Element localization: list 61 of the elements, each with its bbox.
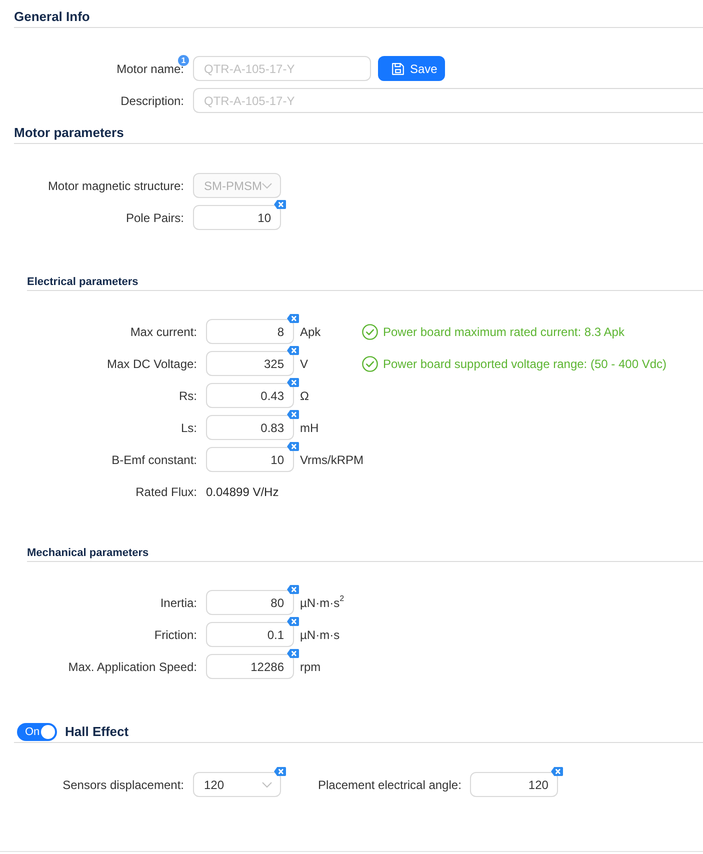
field-value: 0.04899 V/Hz — [206, 484, 279, 498]
section-title: Motor parameters — [14, 124, 124, 142]
field-label: Ls: — [180, 420, 197, 434]
select-field[interactable]: 120 — [193, 772, 281, 797]
count-badge: 1 — [178, 55, 189, 66]
field-label: Rated Flux: — [136, 484, 197, 498]
field-label: Friction: — [154, 628, 197, 642]
field-label: B-Emf constant: — [112, 452, 197, 466]
field-label: Max current: — [130, 324, 197, 338]
field-label: Max. Application Speed: — [68, 660, 197, 674]
number-field[interactable]: 12286 — [206, 654, 294, 679]
number-field[interactable]: 120 — [470, 772, 558, 797]
unit-label: Apk — [300, 324, 322, 338]
clear-icon[interactable] — [274, 767, 286, 776]
number-field[interactable]: 80 — [206, 590, 294, 615]
clear-icon[interactable] — [274, 200, 286, 209]
field-label: Sensors displacement: — [62, 778, 184, 792]
text-field[interactable]: QTR-A-105-17-Y — [193, 56, 371, 81]
status-message: Power board maximum rated current: 8.3 Apk — [383, 324, 624, 338]
clear-icon[interactable] — [287, 378, 299, 387]
unit-label: µN·m·s$^{2}$ — [300, 596, 346, 610]
clear-icon[interactable] — [287, 649, 299, 658]
check-circle-icon — [362, 356, 378, 372]
clear-icon[interactable] — [287, 346, 299, 355]
clear-icon[interactable] — [287, 585, 299, 594]
unit-label: µN·m·s — [300, 628, 341, 642]
section-title: General Info — [14, 8, 90, 26]
section-title: Electrical parameters — [27, 275, 138, 289]
text-field[interactable]: QTR-A-105-17-Y — [193, 88, 703, 113]
unit-label: rpm — [300, 660, 322, 674]
unit-label: mH — [300, 420, 320, 434]
status-message: Power board supported voltage range: (50 - 400 Vdc) — [383, 356, 667, 370]
number-field[interactable]: 8 — [206, 319, 294, 344]
clear-icon[interactable] — [287, 442, 299, 451]
number-field[interactable]: 0.83 — [206, 415, 294, 440]
field-label: Max DC Voltage: — [106, 356, 197, 370]
field-label: Pole Pairs: — [126, 210, 184, 224]
field-label: Description: — [120, 94, 184, 108]
number-field[interactable]: 325 — [206, 351, 294, 376]
unit-label: Ω — [300, 388, 310, 402]
check-circle-icon — [362, 324, 378, 340]
number-field[interactable]: 0.43 — [206, 383, 294, 408]
clear-icon[interactable] — [287, 314, 299, 323]
number-field[interactable]: 10 — [193, 205, 281, 230]
field-label: Motor magnetic structure: — [48, 178, 184, 192]
chevron-down-icon — [262, 782, 272, 788]
number-field[interactable]: 0.1 — [206, 622, 294, 647]
unit-label: Vrms/kRPM — [300, 452, 364, 466]
clear-icon[interactable] — [551, 767, 564, 776]
clear-icon[interactable] — [287, 617, 299, 626]
field-label: Rs: — [179, 388, 197, 402]
toggle-switch[interactable]: On — [17, 722, 57, 740]
clear-icon[interactable] — [287, 410, 299, 419]
number-field[interactable]: 10 — [206, 447, 294, 472]
section-title: Mechanical parameters — [27, 546, 149, 560]
save-button[interactable]: Save — [378, 56, 445, 81]
chevron-down-icon — [262, 182, 272, 188]
field-label: Placement electrical angle: — [318, 778, 462, 792]
section-title: Hall Effect — [65, 722, 129, 740]
unit-label: V — [300, 356, 310, 370]
field-label: Inertia: — [160, 596, 197, 610]
